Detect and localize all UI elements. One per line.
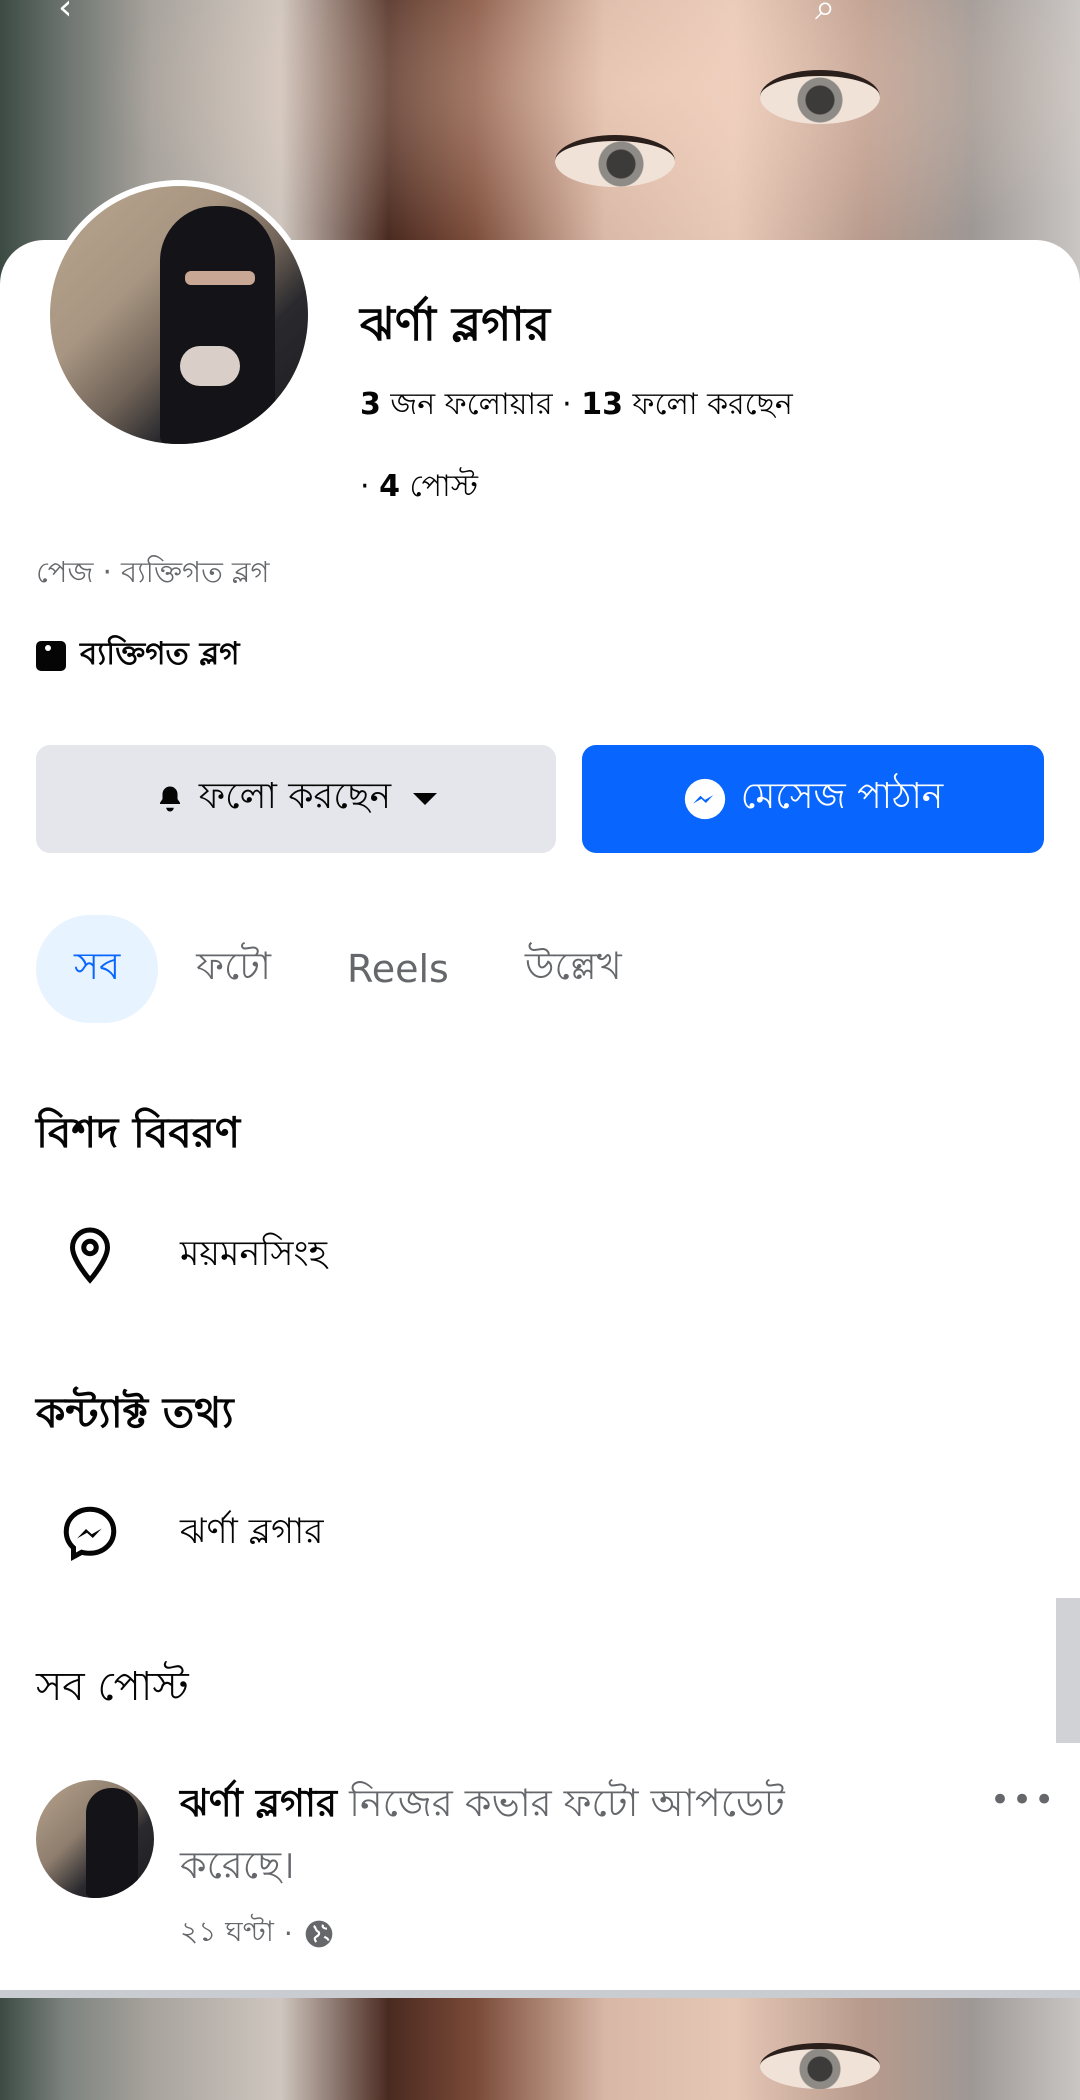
following-button-label: ফলো করছেন	[198, 776, 392, 817]
profile-stats: 3 জন ফলোয়ার · 13 ফলো করছেন	[360, 380, 793, 431]
stats-separator: ·	[360, 469, 380, 504]
location-text: ময়মনসিংহ	[180, 1233, 327, 1274]
posts-count: 4	[379, 469, 400, 504]
messenger-icon	[684, 778, 725, 820]
post-author-name[interactable]: ঝর্ণা ব্লগার	[180, 1781, 337, 1825]
send-message-label: মেসেজ পাঠান	[740, 776, 944, 817]
messenger-name: ঝর্ণা ব্লগার	[180, 1511, 324, 1552]
post-header-text: ঝর্ণা ব্লগার নিজের কভার ফটো আপডেট করেছে।	[180, 1772, 820, 1896]
avatar-figure	[160, 206, 275, 444]
details-heading: বিশদ বিবরণ	[36, 1108, 241, 1157]
tab-photos[interactable]: ফটো	[158, 915, 309, 1023]
meta-separator: ·	[283, 1917, 293, 1950]
following-button[interactable]: ফলো করছেন	[36, 745, 556, 853]
messenger-icon	[63, 1506, 117, 1561]
tab-mentions[interactable]: উল্লেখ	[487, 915, 660, 1023]
post-meta: ২১ ঘণ্টা ·	[180, 1910, 335, 1957]
post-author-avatar[interactable]	[36, 1780, 154, 1898]
posts-stat: · 4 পোস্ট	[360, 462, 478, 513]
category-tag-label: ব্যক্তিগত ব্লগ	[80, 636, 240, 672]
posts-label: পোস্ট	[409, 469, 478, 504]
page-category: পেজ · ব্যক্তিগত ব্লগ	[36, 555, 270, 589]
location-row[interactable]: ময়মনসিংহ	[60, 1225, 327, 1285]
tab-reels[interactable]: Reels	[309, 915, 487, 1023]
back-arrow-icon[interactable]: ‹	[58, 0, 98, 28]
profile-name: ঝর্ণা ব্লগার	[360, 297, 551, 351]
post-avatar-figure	[86, 1788, 138, 1898]
following-count[interactable]: 13	[581, 387, 623, 422]
contact-heading: কন্ট্যাক্ট তথ্য	[36, 1388, 234, 1437]
followers-label[interactable]: জন ফলোয়ার	[390, 387, 552, 422]
location-pin-icon	[69, 1227, 111, 1284]
send-message-button[interactable]: মেসেজ পাঠান	[582, 745, 1044, 853]
profile-tabs: সব ফটো Reels উল্লেখ	[36, 915, 660, 1023]
page-category-tag: ব্যক্তিগত ব্লগ	[36, 630, 240, 682]
profile-avatar[interactable]	[44, 180, 314, 450]
all-posts-heading: সব পোস্ট	[36, 1664, 189, 1710]
following-label[interactable]: ফলো করছেন	[633, 387, 793, 422]
stats-separator: ·	[562, 387, 582, 422]
tab-all[interactable]: সব	[36, 915, 159, 1023]
search-icon[interactable]: ⌕	[815, 0, 855, 28]
cover-eye	[760, 2043, 880, 2089]
bell-icon	[159, 786, 180, 812]
post-cover-photo[interactable]	[0, 1998, 1080, 2100]
cover-eye	[555, 135, 675, 187]
post-divider	[0, 1990, 1080, 1998]
scrollbar[interactable]	[1056, 1598, 1080, 1743]
messenger-row[interactable]: ঝর্ণা ব্লগার	[60, 1503, 324, 1563]
avatar-hand	[180, 346, 240, 386]
more-icon[interactable]: •••	[990, 1780, 1056, 1820]
avatar-eyes	[185, 271, 255, 285]
post-time[interactable]: ২১ ঘণ্টা	[180, 1910, 274, 1957]
globe-icon	[305, 1920, 333, 1947]
followers-count[interactable]: 3	[360, 387, 381, 422]
cover-eye	[760, 70, 880, 124]
page-category-icon	[36, 641, 66, 671]
caret-down-icon	[413, 793, 438, 805]
